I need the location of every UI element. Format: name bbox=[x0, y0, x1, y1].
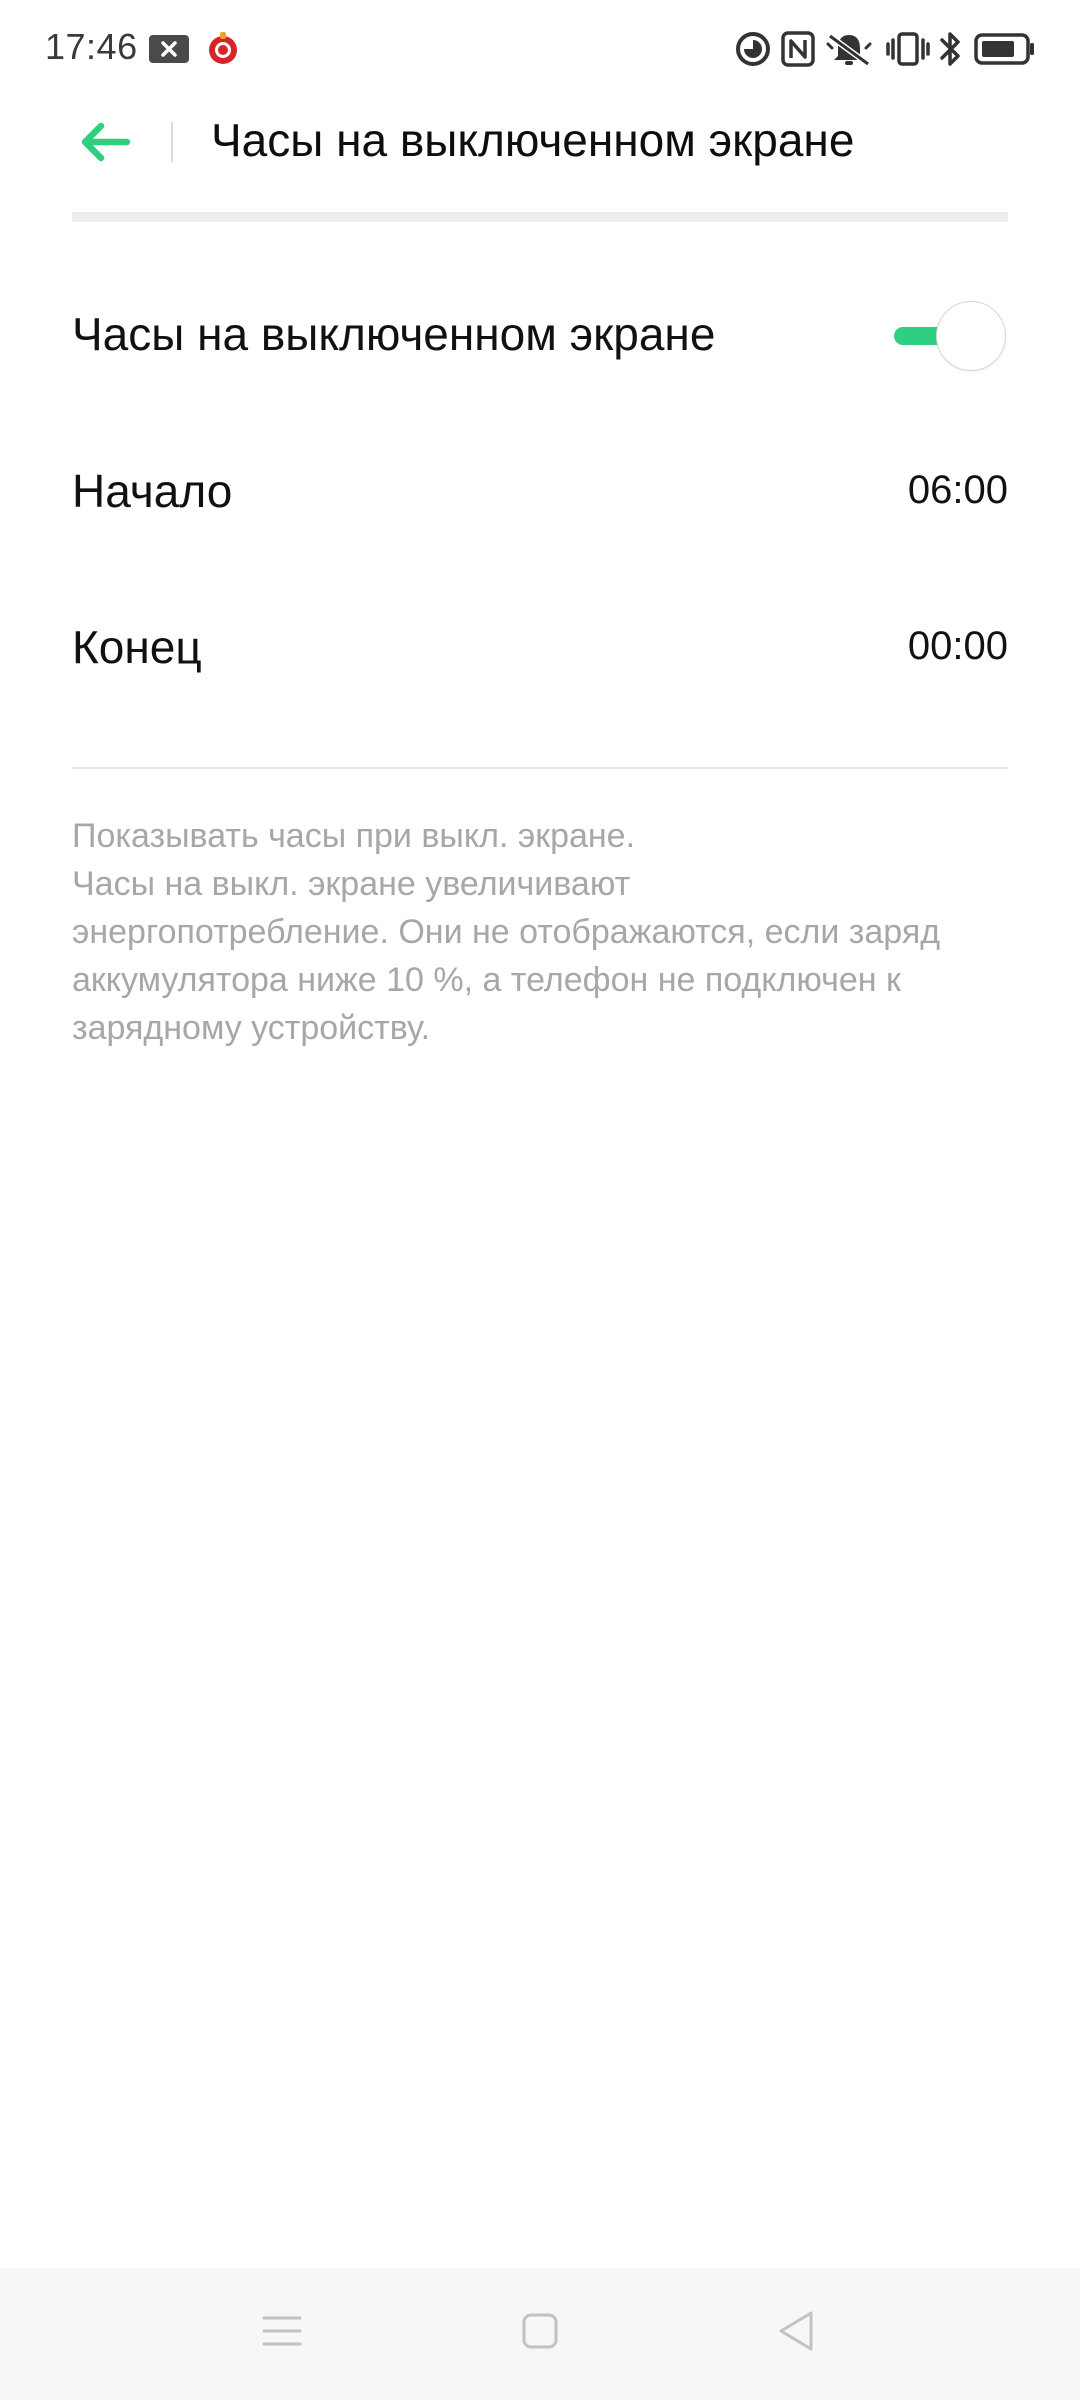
description-line: зарядному устройству. bbox=[72, 1009, 431, 1047]
description-text: Показывать часы при выкл. экране. Часы н… bbox=[72, 812, 1012, 1052]
nfc-icon bbox=[780, 30, 816, 68]
aod-toggle-row[interactable]: Часы на выключенном экране bbox=[72, 273, 1008, 403]
home-icon bbox=[521, 2312, 559, 2355]
bluetooth-icon bbox=[938, 29, 964, 67]
description-line: энергопотребление. Они не отображаются, … bbox=[72, 913, 941, 951]
mute-icon bbox=[826, 30, 872, 68]
app-notification-icon bbox=[206, 31, 240, 69]
end-time-value: 00:00 bbox=[907, 624, 1008, 668]
header-divider bbox=[171, 122, 173, 162]
data-saver-icon bbox=[734, 30, 772, 68]
battery-icon bbox=[974, 32, 1036, 70]
end-time-row[interactable]: Конец 00:00 bbox=[72, 586, 1008, 716]
status-time: 17:46 bbox=[45, 26, 138, 67]
start-time-label: Начало bbox=[72, 465, 233, 517]
description-line: аккумулятора ниже 10 %, а телефон не под… bbox=[72, 961, 901, 999]
section-divider bbox=[72, 767, 1008, 769]
notification-close-icon bbox=[148, 33, 190, 71]
back-triangle-icon bbox=[776, 2309, 816, 2358]
home-button[interactable] bbox=[495, 2298, 585, 2368]
nav-back-button[interactable] bbox=[751, 2298, 841, 2368]
status-bar: 17:46 bbox=[0, 0, 1080, 100]
menu-icon bbox=[262, 2314, 302, 2353]
start-time-value: 06:00 bbox=[907, 468, 1008, 512]
app-header: Часы на выключенном экране bbox=[0, 100, 1080, 212]
aod-toggle-label: Часы на выключенном экране bbox=[72, 308, 716, 360]
menu-button[interactable] bbox=[237, 2298, 327, 2368]
description-line: Показывать часы при выкл. экране. bbox=[72, 817, 636, 855]
system-nav-bar bbox=[0, 2268, 1080, 2400]
end-time-label: Конец bbox=[72, 621, 202, 673]
start-time-row[interactable]: Начало 06:00 bbox=[72, 430, 1008, 560]
toggle-knob bbox=[936, 301, 1006, 371]
page-title: Часы на выключенном экране bbox=[211, 114, 855, 166]
description-line: Часы на выкл. экране увеличивают bbox=[72, 865, 631, 903]
vibrate-icon bbox=[886, 30, 930, 68]
header-separator bbox=[72, 212, 1008, 222]
arrow-left-icon bbox=[77, 120, 133, 169]
aod-toggle-switch[interactable] bbox=[892, 301, 1008, 371]
back-button[interactable] bbox=[60, 112, 150, 176]
